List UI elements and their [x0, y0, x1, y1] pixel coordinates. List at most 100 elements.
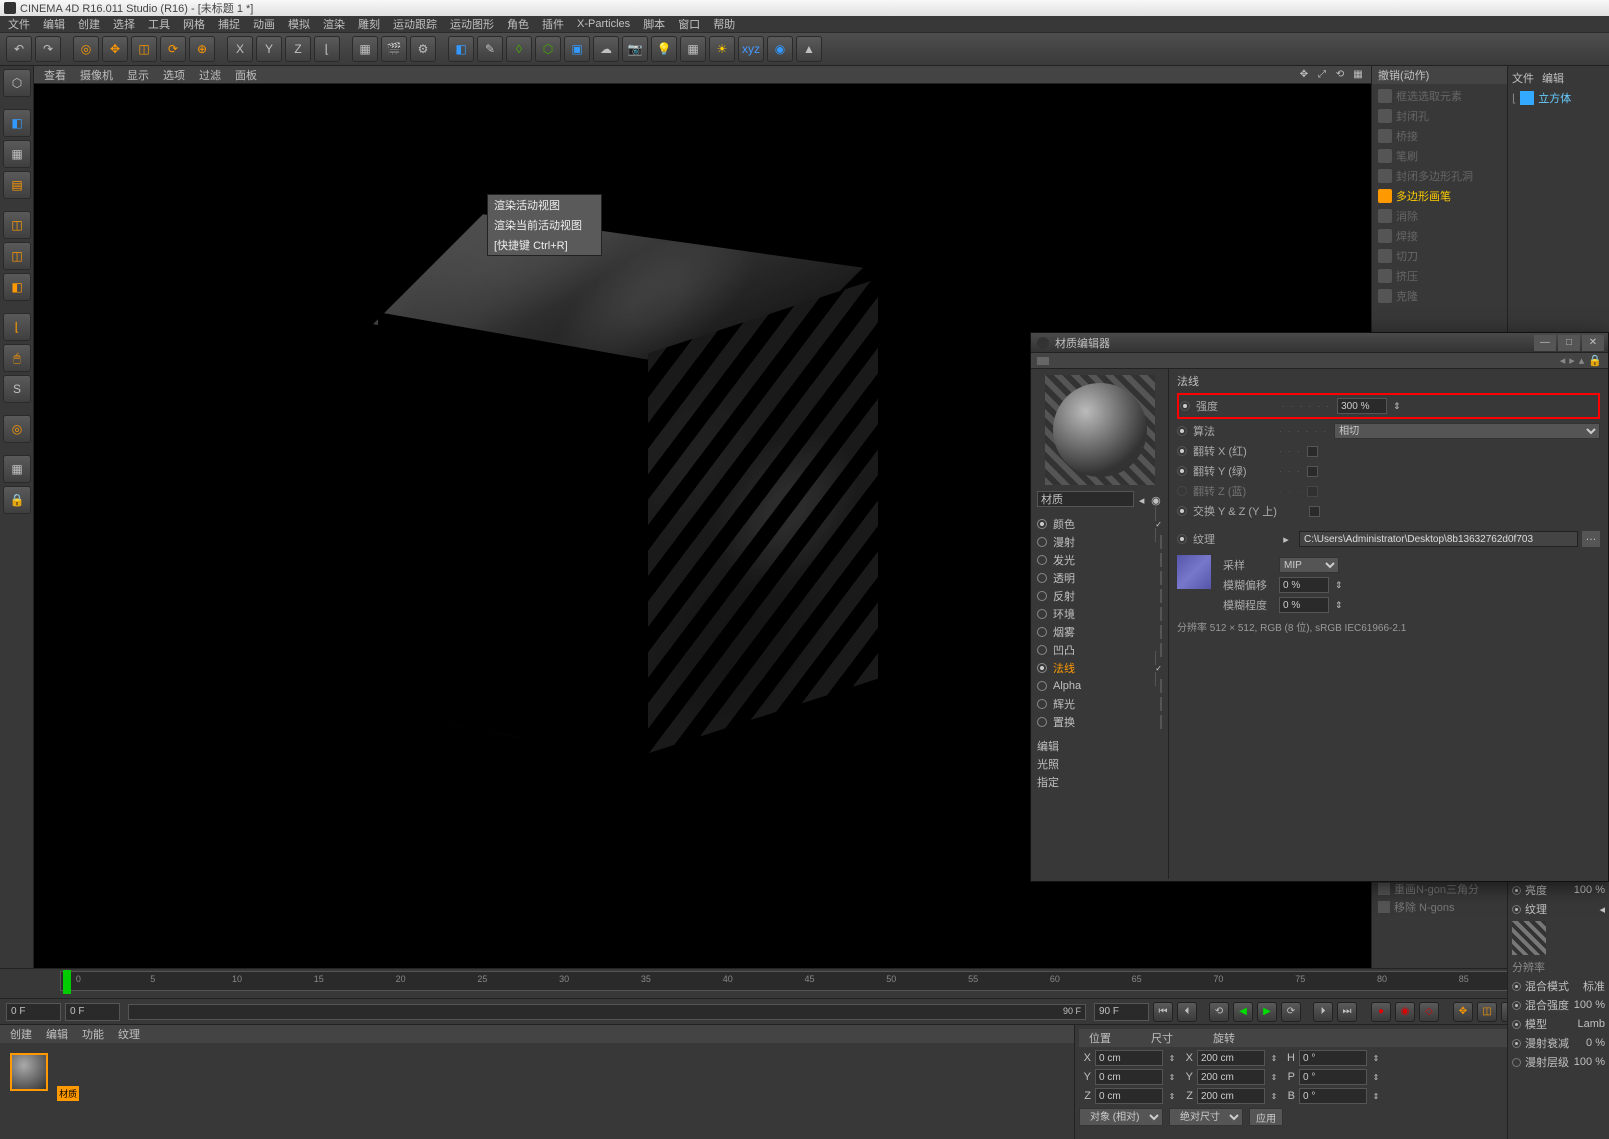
- texture-radio[interactable]: [1177, 534, 1187, 544]
- spinner-icon[interactable]: ⇕: [1393, 401, 1401, 412]
- channel-label[interactable]: 法线: [1053, 660, 1075, 676]
- channel-label[interactable]: 反射: [1053, 588, 1075, 604]
- camera-tool[interactable]: 📷: [622, 36, 648, 62]
- channel-row-反射[interactable]: 反射: [1037, 587, 1162, 605]
- polys-mode[interactable]: ◧: [3, 273, 31, 301]
- ctx-shortcut[interactable]: [快捷键 Ctrl+R]: [488, 235, 601, 255]
- spinner-icon[interactable]: ⇕: [1335, 600, 1343, 611]
- channel-label[interactable]: 颜色: [1053, 516, 1075, 532]
- channel-checkbox[interactable]: [1160, 607, 1162, 621]
- channel-label[interactable]: Alpha: [1053, 680, 1081, 692]
- step-fwd-button[interactable]: ⟳: [1281, 1002, 1301, 1022]
- channel-radio[interactable]: [1037, 555, 1047, 565]
- ngon-retri[interactable]: 重画N-gon三角分: [1378, 880, 1501, 898]
- autokey-button[interactable]: ◉: [1395, 1002, 1415, 1022]
- texture-arrow-icon[interactable]: ▸: [1279, 533, 1293, 546]
- nurbs-tool[interactable]: ◊: [506, 36, 532, 62]
- vp-menu-options[interactable]: 选项: [163, 67, 185, 83]
- x-axis-lock[interactable]: X: [227, 36, 253, 62]
- strength-field[interactable]: [1337, 398, 1387, 414]
- channel-row-置换[interactable]: 置换: [1037, 713, 1162, 731]
- blur-scale-field[interactable]: [1279, 597, 1329, 613]
- channel-row-环境[interactable]: 环境: [1037, 605, 1162, 623]
- timeline-ruler[interactable]: 0 5 10 15 20 25 30 35 40 45 50 55 60 65 …: [0, 968, 1609, 998]
- pen-tool[interactable]: ✎: [477, 36, 503, 62]
- viewport-menubar[interactable]: 查看 摄像机 显示 选项 过滤 面板 ✥ ⤢ ⟲ ▦: [34, 66, 1371, 84]
- nav-prev-icon[interactable]: ◂: [1560, 354, 1566, 367]
- dynamics-tag[interactable]: ◉: [767, 36, 793, 62]
- channel-row-透明[interactable]: 透明: [1037, 569, 1162, 587]
- lock-mode[interactable]: 🔒: [3, 486, 31, 514]
- y-axis-lock[interactable]: Y: [256, 36, 282, 62]
- dialog-min-button[interactable]: —: [1534, 335, 1556, 351]
- ctx-render-active[interactable]: 渲染当前活动视图: [488, 215, 601, 235]
- channel-row-颜色[interactable]: 颜色: [1037, 515, 1162, 533]
- scrub-bar[interactable]: 90 F: [128, 1004, 1086, 1020]
- coord-mode-select[interactable]: 对象 (相对): [1079, 1108, 1163, 1126]
- channel-label[interactable]: 凹凸: [1053, 642, 1075, 658]
- channel-checkbox[interactable]: [1160, 589, 1162, 603]
- play-fwd-button[interactable]: ▶: [1257, 1002, 1277, 1022]
- channel-label[interactable]: 置换: [1053, 714, 1075, 730]
- channel-checkbox[interactable]: [1160, 715, 1162, 729]
- channel-radio[interactable]: [1037, 717, 1047, 727]
- channel-checkbox[interactable]: [1160, 625, 1162, 639]
- ngon-remove[interactable]: 移除 N-gons: [1378, 898, 1501, 916]
- om-tab-edit[interactable]: 编辑: [1542, 70, 1564, 86]
- pos-z-field[interactable]: [1095, 1088, 1163, 1104]
- sampling-select[interactable]: MIP: [1279, 557, 1339, 573]
- redo-button[interactable]: ↷: [35, 36, 61, 62]
- channel-row-烟雾[interactable]: 烟雾: [1037, 623, 1162, 641]
- algo-select[interactable]: 相切: [1334, 423, 1600, 439]
- step-back-button[interactable]: ⟲: [1209, 1002, 1229, 1022]
- render-settings-button[interactable]: ⚙: [410, 36, 436, 62]
- size-z-field[interactable]: [1197, 1088, 1265, 1104]
- vp-menu-view[interactable]: 查看: [44, 67, 66, 83]
- coord-system[interactable]: ⌊: [314, 36, 340, 62]
- texture-browse-button[interactable]: …: [1582, 531, 1600, 547]
- menu-window[interactable]: 窗口: [678, 16, 700, 32]
- rot-b-field[interactable]: [1299, 1088, 1367, 1104]
- channel-row-法线[interactable]: 法线: [1037, 659, 1162, 677]
- goto-end-button[interactable]: ⏭: [1337, 1002, 1357, 1022]
- ctx-render-view[interactable]: 渲染活动视图: [488, 195, 601, 215]
- swap-radio[interactable]: [1177, 506, 1187, 516]
- menu-xparticles[interactable]: X-Particles: [577, 18, 630, 30]
- flipy-radio[interactable]: [1177, 466, 1187, 476]
- dialog-close-button[interactable]: ✕: [1582, 335, 1604, 351]
- material-name-field[interactable]: 材质: [1037, 491, 1134, 507]
- points-mode[interactable]: ◫: [3, 211, 31, 239]
- apply-button[interactable]: 应用: [1249, 1108, 1283, 1126]
- channel-radio[interactable]: [1037, 591, 1047, 601]
- menu-help[interactable]: 帮助: [713, 16, 735, 32]
- channel-label[interactable]: 烟雾: [1053, 624, 1075, 640]
- z-axis-lock[interactable]: Z: [285, 36, 311, 62]
- render-pv-button[interactable]: 🎬: [381, 36, 407, 62]
- channel-radio[interactable]: [1037, 645, 1047, 655]
- record-button[interactable]: ●: [1371, 1002, 1391, 1022]
- nav-next-icon[interactable]: ▸: [1569, 354, 1575, 367]
- goto-key-prev-button[interactable]: ⏴: [1177, 1002, 1197, 1022]
- channel-checkbox[interactable]: [1160, 571, 1162, 585]
- channel-label[interactable]: 漫射: [1053, 534, 1075, 550]
- key-scale-button[interactable]: ◫: [1477, 1002, 1497, 1022]
- menu-edit[interactable]: 编辑: [43, 16, 65, 32]
- environment-tool[interactable]: ☁: [593, 36, 619, 62]
- size-mode-select[interactable]: 绝对尺寸: [1169, 1108, 1243, 1126]
- rot-h-field[interactable]: [1299, 1050, 1367, 1066]
- channel-row-Alpha[interactable]: Alpha: [1037, 677, 1162, 695]
- menu-create[interactable]: 创建: [78, 16, 100, 32]
- channel-radio[interactable]: [1037, 573, 1047, 583]
- menu-sculpt[interactable]: 雕刻: [358, 16, 380, 32]
- preview-options-icon[interactable]: ◉: [1150, 494, 1162, 507]
- undo-button[interactable]: ↶: [6, 36, 32, 62]
- recent-tool[interactable]: ⊕: [189, 36, 215, 62]
- edges-mode[interactable]: ◫: [3, 242, 31, 270]
- lock-icon[interactable]: 🔒: [1588, 354, 1602, 367]
- flipx-checkbox[interactable]: [1307, 446, 1318, 457]
- channel-checkbox[interactable]: [1160, 553, 1162, 567]
- nav-up-icon[interactable]: ▴: [1579, 354, 1585, 367]
- channel-label[interactable]: 发光: [1053, 552, 1075, 568]
- generator-tool[interactable]: ⬡: [535, 36, 561, 62]
- cube-primitive[interactable]: ◧: [448, 36, 474, 62]
